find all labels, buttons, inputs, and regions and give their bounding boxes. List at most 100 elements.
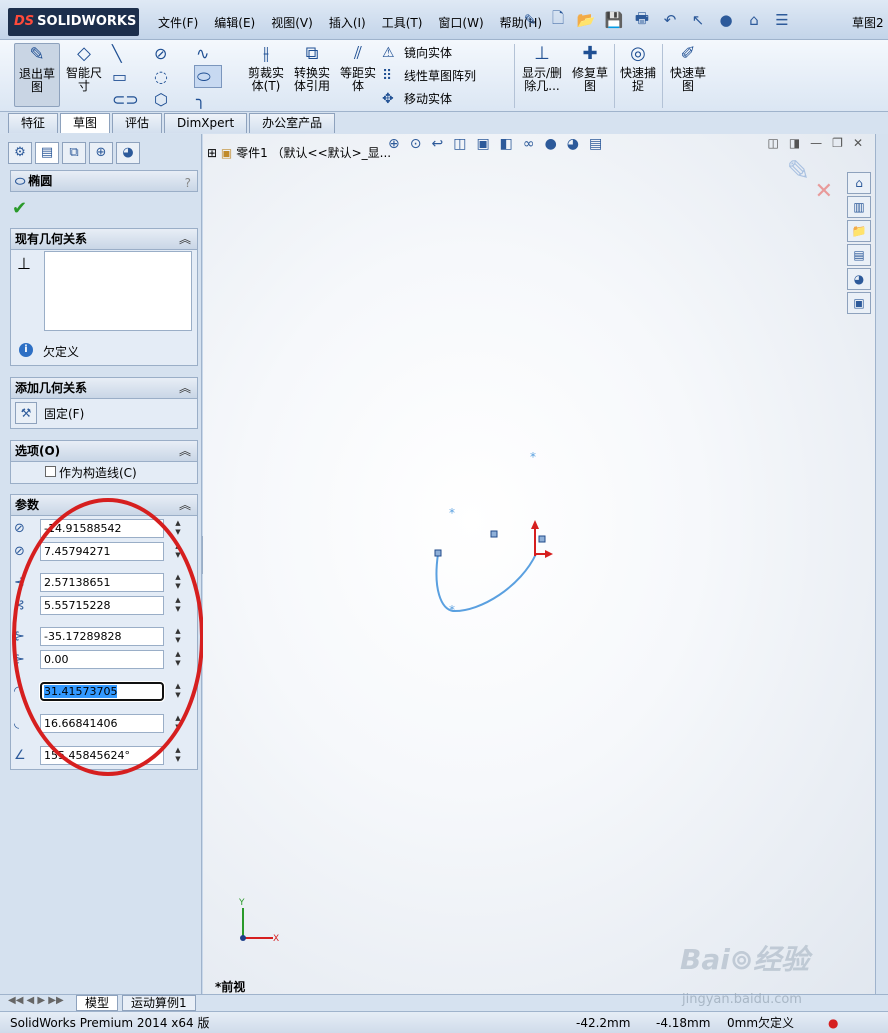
collapse-icon[interactable]: ︽	[179, 441, 191, 461]
spinner-icon[interactable]: ▲ ▼	[172, 650, 184, 668]
tab-sketch[interactable]: 草图	[60, 113, 111, 133]
menu-edit[interactable]: 编辑(E)	[206, 14, 263, 31]
linear-pattern-button[interactable]: ⠿ 线性草图阵列	[382, 65, 476, 88]
options-header[interactable]: 选项(O) ︽	[10, 440, 198, 462]
polygon-icon[interactable]: ⬡	[152, 88, 194, 111]
start-point[interactable]	[434, 549, 442, 557]
graphics-area[interactable]: ⊞ ▣ 零件1 （默认<<默认>_显... ⊕ ⊙ ↩ ◫ ▣ ◧ ∞ ● ◕ …	[203, 134, 875, 994]
exit-sketch-button[interactable]: ✎ 退出草图	[14, 43, 60, 107]
line-icon[interactable]: ╲	[110, 42, 152, 65]
move-entities-button[interactable]: ✥ 移动实体	[382, 88, 476, 111]
convert-entities-button[interactable]: ⧉ 转换实体引用	[290, 43, 334, 93]
construction-checkbox[interactable]	[45, 466, 56, 477]
end-y-field[interactable]	[40, 649, 164, 669]
start-y-field[interactable]	[40, 595, 164, 615]
tab-evaluate[interactable]: 评估	[112, 113, 163, 133]
rectangle-icon[interactable]: ▭	[110, 65, 152, 88]
fix-relation-label[interactable]: 固定(F)	[44, 405, 84, 422]
spinner-icon[interactable]: ▲ ▼	[172, 519, 184, 537]
ok-check-icon[interactable]: ✔	[12, 198, 27, 219]
spinner-icon[interactable]: ▲ ▼	[172, 596, 184, 614]
pin-icon[interactable]: ✎	[520, 10, 540, 30]
solidworks-logo[interactable]: DS SOLIDWORKS	[8, 8, 139, 36]
center-x-field[interactable]	[40, 518, 164, 538]
feature-manager-icon[interactable]: ⚙	[8, 142, 32, 164]
major-radius-field[interactable]	[39, 680, 165, 702]
axis-point-mark[interactable]: *	[449, 506, 455, 520]
start-x-field[interactable]	[40, 572, 164, 592]
fillet-icon[interactable]: ╮	[194, 88, 236, 111]
undo-icon[interactable]: ↶	[660, 10, 680, 30]
end-x-field[interactable]	[40, 626, 164, 646]
offset-entities-button[interactable]: ⫽ 等距实体	[338, 43, 378, 93]
menu-insert[interactable]: 插入(I)	[321, 14, 374, 31]
save-icon[interactable]: 💾	[604, 10, 624, 30]
arc-icon[interactable]: ◌	[152, 65, 194, 88]
menu-view[interactable]: 视图(V)	[263, 14, 321, 31]
divider	[614, 44, 615, 108]
existing-relations-header[interactable]: 现有几何关系 ︽	[10, 228, 198, 250]
end-point[interactable]	[538, 535, 546, 543]
print-icon[interactable]: 🖶	[632, 9, 652, 30]
fix-relation-button[interactable]: ⚒	[15, 402, 37, 424]
tab-dimxpert[interactable]: DimXpert	[164, 113, 248, 133]
help-icon[interactable]: ?	[185, 173, 191, 193]
spinner-icon[interactable]: ▲ ▼	[172, 746, 184, 764]
spinner-icon[interactable]: ▲ ▼	[172, 714, 184, 732]
ellipse-icon: ⬭	[15, 174, 26, 188]
repair-sketch-button[interactable]: ✚ 修复草图	[570, 43, 610, 93]
menu-window[interactable]: 窗口(W)	[430, 14, 491, 31]
rebuild-icon[interactable]: ●	[716, 10, 736, 30]
tab-scroll-arrows[interactable]: ◀◀ ◀ ▶ ▶▶	[8, 995, 64, 1006]
options-icon[interactable]: ☰	[772, 10, 792, 30]
menu-file[interactable]: 文件(F)	[150, 14, 206, 31]
smart-dimension-button[interactable]: ◇ 智能尺寸	[64, 43, 104, 93]
tab-motion-study[interactable]: 运动算例1	[122, 995, 196, 1011]
appearances-icon[interactable]: ◕	[847, 268, 871, 290]
rapid-sketch-button[interactable]: ✐ 快速草图	[666, 43, 710, 93]
collapse-icon[interactable]: ︽	[179, 378, 191, 398]
spinner-icon[interactable]: ▲ ▼	[172, 573, 184, 591]
select-cursor-icon[interactable]: ↖	[688, 10, 708, 30]
configuration-manager-icon[interactable]: ⧉	[62, 142, 86, 164]
file-properties-icon[interactable]: ⌂	[744, 10, 764, 30]
property-manager-icon[interactable]: ▤	[35, 142, 59, 164]
design-library-icon[interactable]: ▥	[847, 196, 871, 218]
circle-icon[interactable]: ⊘	[152, 42, 194, 65]
add-relations-header[interactable]: 添加几何关系 ︽	[10, 377, 198, 399]
tab-office-products[interactable]: 办公室产品	[249, 113, 336, 133]
center-y-field[interactable]	[40, 541, 164, 561]
home-icon[interactable]: ⌂	[847, 172, 871, 194]
quick-snaps-button[interactable]: ◎ 快速捕捉	[618, 43, 658, 93]
open-folder-icon[interactable]: 📂	[576, 10, 596, 30]
menu-tools[interactable]: 工具(T)	[374, 14, 431, 31]
custom-properties-icon[interactable]: ▣	[847, 292, 871, 314]
new-document-icon[interactable]: 🗋	[548, 9, 568, 30]
axis-point-mark[interactable]: *	[449, 603, 455, 617]
collapse-icon[interactable]: ︽	[179, 229, 191, 249]
tab-features[interactable]: 特征	[8, 113, 59, 133]
ellipse-icon[interactable]: ⬭	[194, 65, 222, 88]
midpoint[interactable]	[490, 530, 498, 538]
spinner-icon[interactable]: ▲ ▼	[172, 682, 184, 700]
dimxpert-manager-icon[interactable]: ⊕	[89, 142, 113, 164]
mirror-entities-button[interactable]: ⚠ 镜向实体	[382, 42, 476, 65]
file-explorer-icon[interactable]: 📁	[847, 220, 871, 242]
relations-list[interactable]	[44, 251, 192, 331]
minor-radius-field[interactable]	[40, 713, 164, 733]
parameters-header[interactable]: 参数 ︽	[10, 494, 198, 516]
param-center-y: ⊘ ▲▼	[14, 541, 181, 561]
spinner-icon[interactable]: ▲ ▼	[172, 627, 184, 645]
tab-model[interactable]: 模型	[76, 995, 119, 1011]
collapse-icon[interactable]: ︽	[179, 495, 191, 515]
view-palette-icon[interactable]: ▤	[847, 244, 871, 266]
center-point-mark[interactable]: *	[530, 450, 536, 464]
spinner-icon[interactable]: ▲ ▼	[172, 542, 184, 560]
display-delete-relations-button[interactable]: ⊥ 显示/删除几...	[520, 43, 564, 93]
trim-entities-button[interactable]: ⫲ 剪裁实体(T)	[246, 43, 286, 93]
slot-icon[interactable]: ⊂⊃	[110, 88, 152, 111]
angle-field[interactable]	[40, 745, 164, 765]
rebuild-indicator-icon[interactable]: ●	[828, 1013, 838, 1033]
spline-icon[interactable]: ∿	[194, 42, 236, 65]
display-manager-icon[interactable]: ◕	[116, 142, 140, 164]
